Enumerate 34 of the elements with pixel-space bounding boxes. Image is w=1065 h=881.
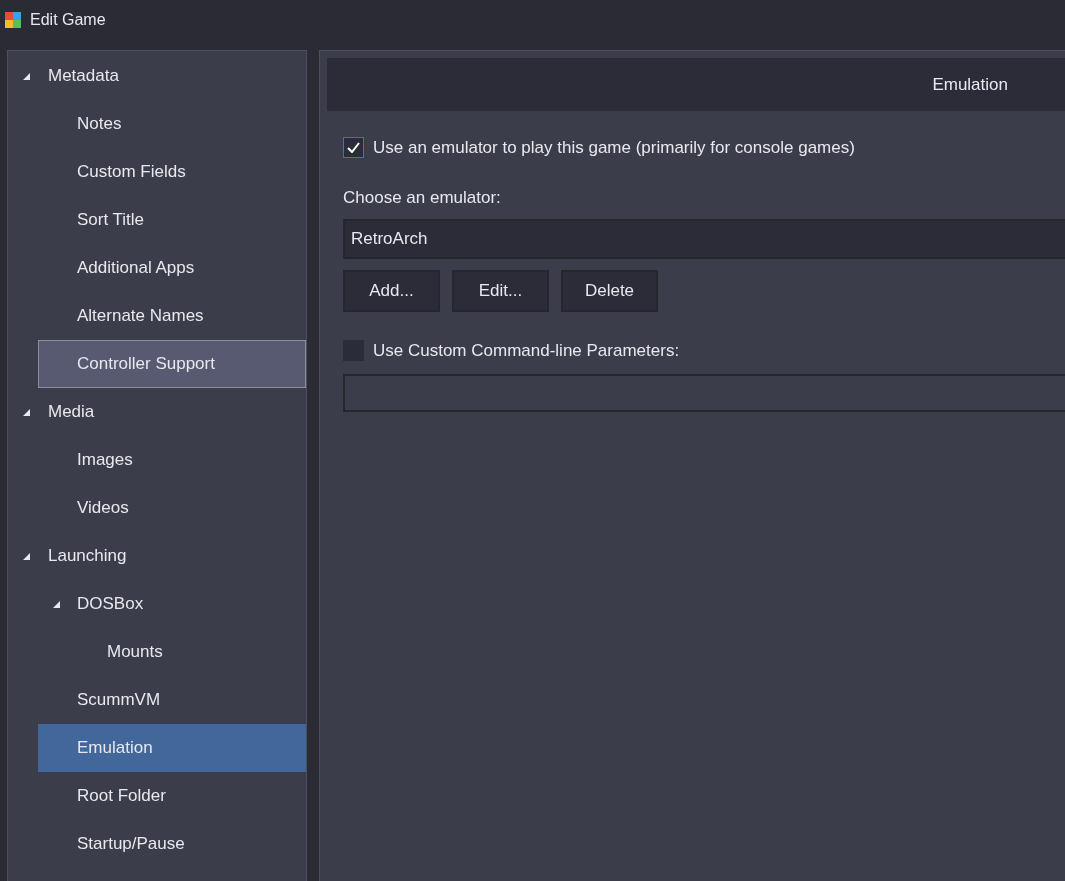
checkbox-label: Use an emulator to play this game (primarily for console games) <box>373 137 855 159</box>
expanded-arrow-icon[interactable] <box>23 552 30 560</box>
action-button[interactable]: Edit... <box>452 270 549 312</box>
tree-item[interactable]: Alternate Names <box>38 292 306 340</box>
expanded-arrow-icon[interactable] <box>53 600 60 608</box>
checkbox-label: Use Custom Command-line Parameters: <box>373 340 680 362</box>
field-label: Choose an emulator: <box>343 186 501 209</box>
tree-item[interactable]: Custom Fields <box>38 148 306 196</box>
tree-item[interactable]: Mounts <box>68 628 306 676</box>
tree-item[interactable]: Root Folder <box>38 772 306 820</box>
tree-item[interactable]: Additional Apps <box>38 244 306 292</box>
tree-item[interactable]: Controller Support <box>38 340 306 388</box>
tree-item[interactable]: Images <box>38 436 306 484</box>
tree-item[interactable]: DOSBox <box>38 580 306 628</box>
tree-item[interactable]: Emulation <box>38 724 306 772</box>
checkbox[interactable] <box>343 137 364 159</box>
panel-header: Emulation <box>327 58 1065 111</box>
expanded-arrow-icon[interactable] <box>23 408 30 416</box>
tree-item[interactable]: Videos <box>38 484 306 532</box>
tree-item[interactable]: Metadata <box>8 52 306 100</box>
checkmark-icon <box>347 142 360 154</box>
window-title: Edit Game <box>30 10 106 30</box>
parameters-field[interactable] <box>343 373 1065 412</box>
emulator-dropdown[interactable]: RetroArch <box>343 219 1065 259</box>
tree-item[interactable]: Sort Title <box>38 196 306 244</box>
tree-item[interactable]: Startup/Pause <box>38 820 306 868</box>
app-logo-icon <box>4 11 22 29</box>
tree-item[interactable]: Media <box>8 388 306 436</box>
action-button[interactable]: Add... <box>343 270 440 312</box>
expanded-arrow-icon[interactable] <box>23 72 30 80</box>
action-button[interactable]: Delete <box>561 270 658 312</box>
tree-item[interactable]: Notes <box>38 100 306 148</box>
tree-item[interactable]: ScummVM <box>38 676 306 724</box>
tree-item[interactable]: Launching <box>8 532 306 580</box>
